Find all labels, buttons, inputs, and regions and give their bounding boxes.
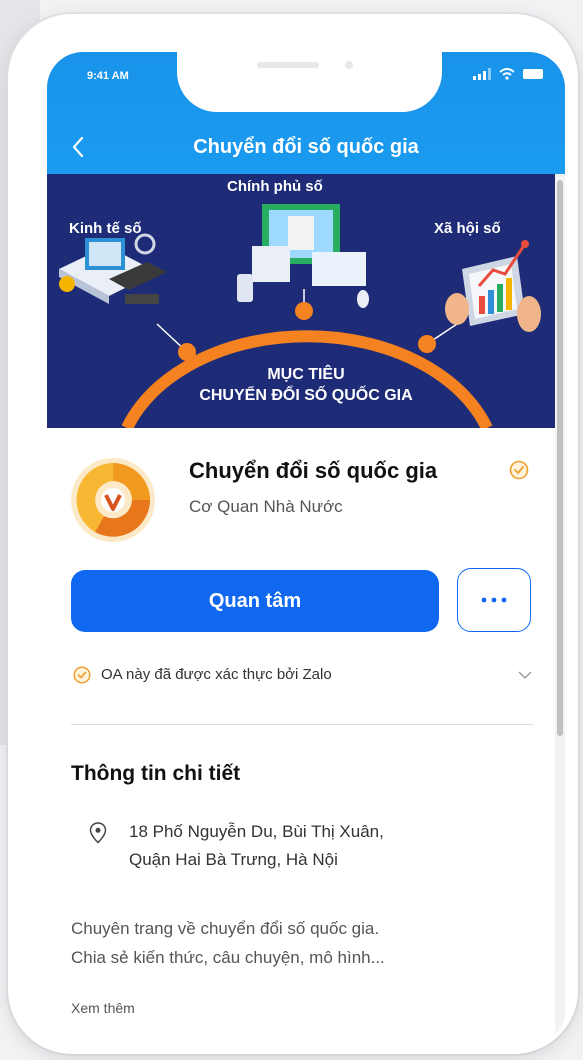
wifi-icon	[499, 68, 515, 80]
address-line2: Quận Hai Bà Trưng, Hà Nội	[129, 850, 338, 869]
description-line1: Chuyên trang về chuyển đổi số quốc gia.	[71, 919, 380, 938]
description-text: Chuyên trang về chuyển đổi số quốc gia. …	[71, 914, 541, 972]
divider	[71, 724, 533, 725]
phone-frame: 9:41 AM Chuyển đổi số quốc gia Chính phủ…	[8, 14, 578, 1054]
speaker-grille	[257, 62, 319, 68]
battery-icon	[523, 69, 543, 79]
verification-text: OA này đã được xác thực bởi Zalo	[101, 666, 332, 683]
oa-logo	[71, 458, 155, 542]
phone-notch	[177, 52, 442, 112]
more-icon	[481, 597, 507, 603]
banner-goal-line2: CHUYỂN ĐỔI SỐ QUỐC GIA	[199, 387, 413, 404]
see-more-link[interactable]: Xem thêm	[71, 1000, 135, 1016]
address-line1: 18 Phố Nguyễn Du, Bùi Thị Xuân,	[129, 822, 384, 841]
status-time: 9:41 AM	[87, 70, 129, 82]
verified-badge-icon	[509, 460, 529, 480]
society-illustration	[445, 240, 541, 332]
details-section-title: Thông tin chi tiết	[71, 762, 241, 785]
page-title: Chuyển đổi số quốc gia	[193, 136, 419, 158]
signal-icon	[473, 68, 491, 80]
scrollbar-thumb[interactable]	[557, 180, 563, 736]
verification-row[interactable]: OA này đã được xác thực bởi Zalo	[73, 665, 533, 687]
government-illustration	[237, 204, 369, 308]
phone-screen: 9:41 AM Chuyển đổi số quốc gia Chính phủ…	[47, 52, 565, 1040]
camera-dot	[345, 61, 353, 69]
banner-goal: MỤC TIÊU CHUYỂN ĐỔI SỐ QUỐC GIA	[47, 364, 565, 406]
oa-name: Chuyển đổi số quốc gia	[189, 458, 438, 483]
app-header: 9:41 AM Chuyển đổi số quốc gia	[47, 52, 565, 174]
economy-illustration	[59, 233, 167, 304]
address-text: 18 Phố Nguyễn Du, Bùi Thị Xuân, Quận Hai…	[129, 818, 529, 874]
banner-goal-line1: MỤC TIÊU	[267, 366, 345, 383]
banner-label-society: Xã hội số	[434, 220, 501, 237]
location-pin-icon	[89, 822, 107, 844]
follow-button[interactable]: Quan tâm	[71, 570, 439, 632]
banner-label-economy: Kinh tế số	[69, 220, 142, 237]
oa-category: Cơ Quan Nhà Nước	[189, 497, 343, 516]
more-options-button[interactable]	[457, 568, 531, 632]
cover-banner: Chính phủ số Kinh tế số Xã hội số MỤC TI…	[47, 174, 565, 428]
description-line2: Chia sẻ kiến thức, câu chuyện, mô hình..…	[71, 948, 385, 967]
chevron-down-icon[interactable]	[517, 667, 533, 683]
banner-label-government: Chính phủ số	[227, 178, 323, 195]
status-icons	[473, 68, 543, 80]
verified-check-icon	[73, 666, 91, 684]
